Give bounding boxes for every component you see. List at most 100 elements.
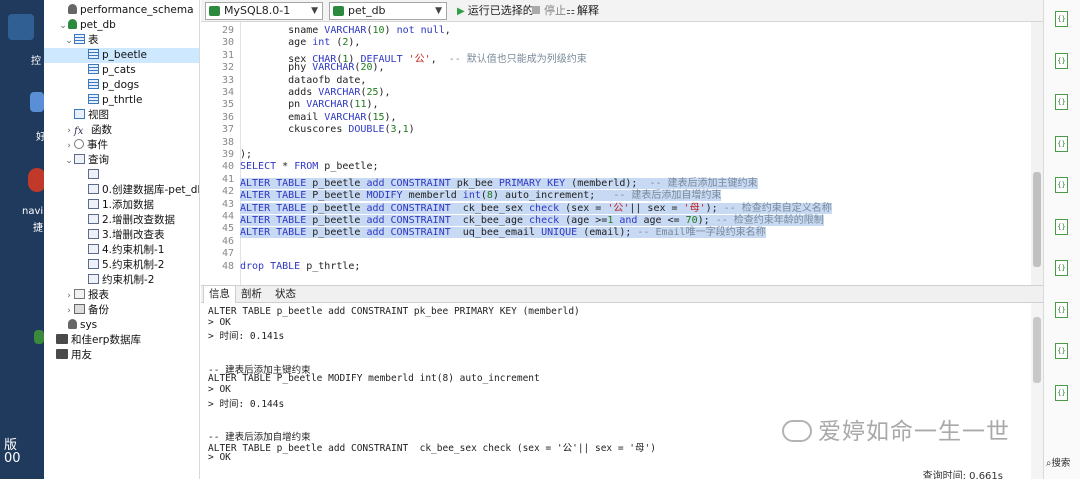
- expand-toggle-icon[interactable]: ⌄: [58, 19, 68, 34]
- q-icon: [88, 274, 99, 284]
- tree-item[interactable]: p_beetle: [44, 48, 199, 63]
- navicat-icon[interactable]: [28, 168, 44, 192]
- connection-select[interactable]: MySQL8.0-1 ▼: [205, 2, 323, 20]
- tree-item-label: 3.增删改查表: [102, 229, 165, 241]
- expand-toggle-icon[interactable]: ›: [64, 289, 74, 304]
- query-file-icon[interactable]: {}: [1055, 177, 1068, 193]
- output-scrollbar[interactable]: [1031, 303, 1043, 479]
- query-file-icon[interactable]: {}: [1055, 218, 1068, 235]
- desktop-app-icon[interactable]: [8, 14, 34, 40]
- tree-item[interactable]: p_cats: [44, 63, 199, 78]
- tree-item[interactable]: 约束机制-2: [44, 273, 199, 288]
- query-file-icon[interactable]: {}: [1055, 11, 1068, 27]
- q-icon: [88, 184, 99, 194]
- code-line[interactable]: phy VARCHAR(20),: [240, 62, 384, 73]
- code-line[interactable]: email VARCHAR(15),: [240, 112, 396, 123]
- tree-item[interactable]: 和佳erp数据库: [44, 333, 199, 348]
- output-line: > 时间: 0.144s: [208, 398, 285, 410]
- tree-item[interactable]: 3.增删改查表: [44, 228, 199, 243]
- code-line[interactable]: sname VARCHAR(10) not null,: [240, 25, 451, 36]
- expand-toggle-icon[interactable]: ⌄: [64, 34, 74, 49]
- line-number: 41: [221, 173, 234, 185]
- tree-item[interactable]: p_thrtle: [44, 93, 199, 108]
- tree-item[interactable]: sys: [44, 318, 199, 333]
- tab-profile[interactable]: 剖析: [236, 286, 267, 303]
- code-line[interactable]: ckuscores DOUBLE(3,1): [240, 124, 415, 135]
- run-selected-button[interactable]: ▶ 运行已选择的: [457, 3, 534, 19]
- desktop-label: 控: [31, 56, 41, 67]
- tree-item[interactable]: p_dogs: [44, 78, 199, 93]
- code-line[interactable]: ALTER TABLE p_beetle add CONSTRAINT uq_b…: [240, 223, 766, 239]
- desktop-app-icon[interactable]: [30, 92, 44, 112]
- expand-toggle-icon[interactable]: ›: [64, 124, 74, 139]
- expand-toggle-icon[interactable]: ›: [64, 139, 74, 154]
- view-icon: [74, 109, 85, 119]
- tab-status[interactable]: 状态: [270, 286, 301, 303]
- line-number: 47: [221, 248, 234, 260]
- tree-item[interactable]: 用友: [44, 348, 199, 363]
- code-line[interactable]: dataofb date,: [240, 75, 366, 86]
- conn-icon: [56, 349, 68, 359]
- code-line[interactable]: drop TABLE p_thrtle;: [240, 261, 360, 272]
- tree-item[interactable]: ⌄ 表: [44, 33, 199, 48]
- query-file-icon[interactable]: {}: [1055, 301, 1068, 318]
- code-line[interactable]: SELECT * FROM p_beetle;: [240, 161, 379, 172]
- tree-item[interactable]: 5.约束机制-2: [44, 258, 199, 273]
- line-number-gutter: 29 30 31 32 33 34 35 36 37 38 39 40 41 42 43 44 45 46 47 48: [201, 22, 241, 285]
- expand-toggle-icon[interactable]: ›: [64, 304, 74, 319]
- code-line[interactable]: age int (2),: [240, 37, 360, 48]
- tree-item[interactable]: 2.增删改查数据: [44, 213, 199, 228]
- desktop-label: 00: [4, 451, 21, 466]
- tree-item-label: performance_schema: [80, 4, 194, 16]
- output-line: > OK: [208, 451, 231, 463]
- panel-search[interactable]: ⌕搜索: [1046, 455, 1070, 469]
- output-line: > OK: [208, 317, 231, 329]
- scrollbar-thumb[interactable]: [1033, 317, 1041, 383]
- desktop-label: navi: [22, 206, 44, 217]
- tree-item[interactable]: 4.约束机制-1: [44, 243, 199, 258]
- sql-editor[interactable]: 29 30 31 32 33 34 35 36 37 38 39 40 41 42 43 44 45 46 47 48…: [201, 22, 1043, 285]
- tree-item[interactable]: 0.创建数据库-pet_db: [44, 183, 199, 198]
- query-file-icon[interactable]: {}: [1055, 52, 1068, 69]
- tree-item-label: 表: [88, 34, 99, 46]
- code-line[interactable]: );: [240, 149, 252, 160]
- line-number: 40: [221, 161, 234, 173]
- tree-item[interactable]: [44, 168, 199, 183]
- tree-item-label: 函数: [91, 124, 112, 136]
- tree-item[interactable]: 1.添加数据: [44, 198, 199, 213]
- tree-item-label: 视图: [88, 109, 109, 121]
- scrollbar-thumb[interactable]: [1033, 172, 1041, 267]
- tree-item[interactable]: › 报表: [44, 288, 199, 303]
- query-file-icon[interactable]: {}: [1055, 135, 1068, 152]
- tree-item[interactable]: ⌄ 查询: [44, 153, 199, 168]
- tab-info[interactable]: 信息: [203, 286, 236, 303]
- search-label: 搜索: [1051, 458, 1071, 469]
- tree-item[interactable]: 视图: [44, 108, 199, 123]
- tbl-icon: [88, 94, 99, 104]
- editor-scrollbar[interactable]: [1031, 22, 1043, 285]
- tree-item[interactable]: › 备份: [44, 303, 199, 318]
- code-line[interactable]: pn VARCHAR(11),: [240, 99, 378, 110]
- query-file-icon[interactable]: {}: [1055, 260, 1068, 276]
- code-line[interactable]: adds VARCHAR(25),: [240, 87, 390, 98]
- output-line: > OK: [208, 384, 231, 396]
- line-number: 31: [221, 49, 234, 61]
- query-file-icon[interactable]: {}: [1055, 94, 1068, 110]
- line-number: 46: [221, 235, 234, 247]
- tbl-icon: [88, 64, 99, 74]
- query-file-icon[interactable]: {}: [1055, 343, 1068, 359]
- tree-item[interactable]: ⌄ pet_db: [44, 18, 199, 33]
- tree-item[interactable]: performance_schema: [44, 3, 199, 18]
- stop-button[interactable]: 停止: [532, 3, 566, 19]
- explain-button[interactable]: ⚏ 解释: [566, 3, 599, 19]
- expand-toggle-icon[interactable]: ⌄: [64, 154, 74, 169]
- desktop-app-icon[interactable]: [34, 330, 44, 344]
- database-select[interactable]: pet_db ▼: [329, 2, 447, 20]
- query-toolbar: MySQL8.0-1 ▼ pet_db ▼ ▶ 运行已选择的 停止 ⚏ 解释: [201, 0, 1043, 22]
- object-tree: performance_schema ⌄ pet_db ⌄ 表 p_beetle p_cat…: [44, 0, 200, 479]
- tree-item[interactable]: › fx 函数: [44, 123, 199, 138]
- line-number: 42: [221, 186, 234, 198]
- tree-item[interactable]: › 事件: [44, 138, 199, 153]
- line-number: 48: [221, 260, 234, 272]
- query-file-icon[interactable]: {}: [1055, 384, 1068, 401]
